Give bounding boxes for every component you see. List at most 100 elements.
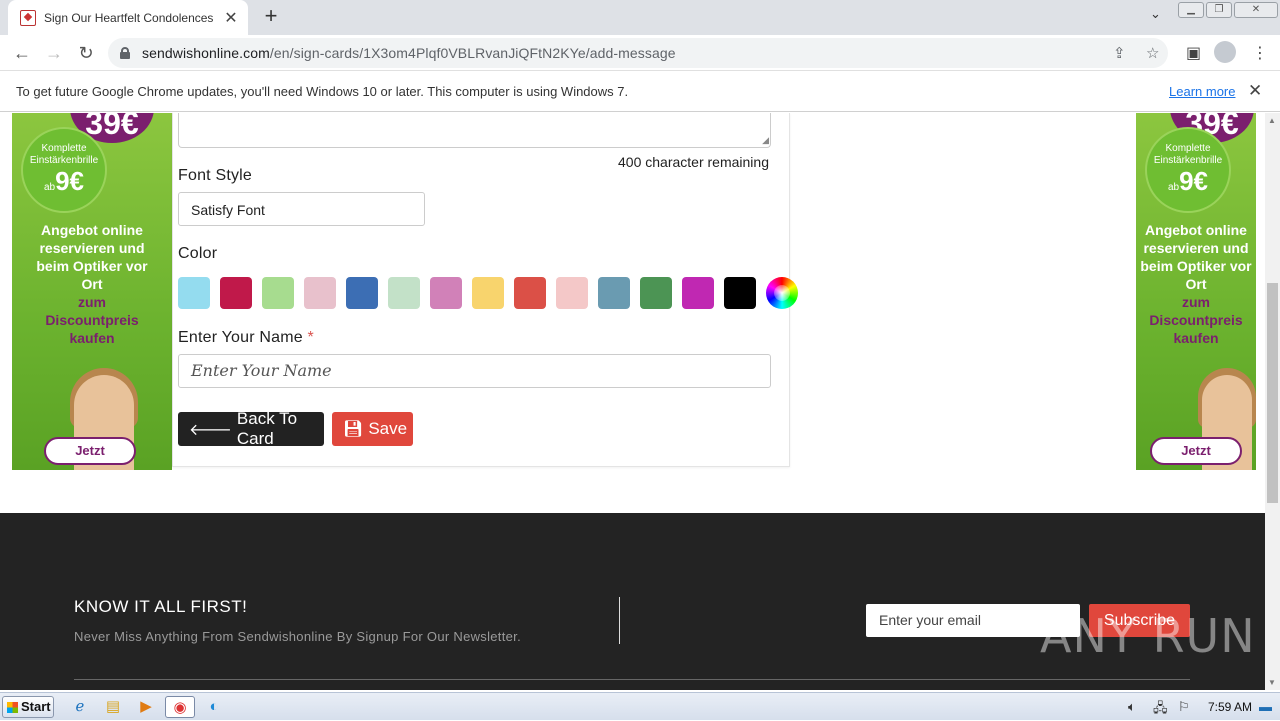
required-asterisk: * (307, 329, 314, 346)
color-swatch-10[interactable] (556, 277, 588, 309)
ad-badge-price: ab9€ (1147, 167, 1229, 202)
color-swatch-6[interactable] (388, 277, 420, 309)
address-bar[interactable]: sendwishonline.com/en/sign-cards/1X3om4P… (108, 38, 1168, 68)
forward-arrow-icon[interactable]: → (42, 41, 66, 65)
color-swatch-9[interactable] (514, 277, 546, 309)
message-textarea[interactable]: ◢ (178, 113, 771, 148)
left-ad-banner[interactable]: 39€ Komplette Einstärkenbrille ab9€ Ange… (12, 113, 172, 470)
ad-copy-accent: zum Discountpreis kaufen (1149, 294, 1243, 346)
tab-search-chevron-icon[interactable]: ⌄ (1150, 6, 1161, 22)
url-text: sendwishonline.com/en/sign-cards/1X3om4P… (142, 45, 676, 61)
color-swatch-1[interactable] (178, 277, 210, 309)
ad-badge-price: ab9€ (23, 167, 105, 202)
back-to-card-label: Back To Card (236, 409, 298, 448)
color-swatch-8[interactable] (472, 277, 504, 309)
action-center-flag-icon[interactable]: ⚐ (1178, 699, 1190, 715)
save-button[interactable]: 💾︎ Save (332, 412, 413, 446)
reload-icon[interactable]: ↻ (74, 41, 98, 65)
newsletter-title: KNOW IT ALL FIRST! (74, 597, 248, 616)
color-label: Color (178, 245, 218, 262)
color-swatch-4[interactable] (304, 277, 336, 309)
anyrun-watermark: ANY RUN (1040, 609, 1256, 663)
color-swatch-14[interactable] (724, 277, 756, 309)
scroll-up-icon[interactable]: ▲ (1268, 116, 1276, 125)
ad-badge-text: Komplette Einstärkenbrille (29, 143, 99, 166)
color-swatches (178, 277, 808, 309)
network-icon[interactable]: 🖧 (1153, 699, 1168, 721)
color-swatch-5[interactable] (346, 277, 378, 309)
font-style-select[interactable]: Satisfy Font (178, 192, 425, 226)
color-swatch-13[interactable] (682, 277, 714, 309)
color-swatch-3[interactable] (262, 277, 294, 309)
sign-card-form: ◢ 400 character remaining Font Style Sat… (172, 113, 798, 467)
lock-icon[interactable] (120, 47, 130, 59)
infobar-close-icon[interactable]: ✕ (1248, 81, 1262, 101)
start-button[interactable]: Start (2, 696, 54, 718)
name-input[interactable]: Enter Your Name (178, 354, 771, 388)
name-label-text: Enter Your Name (178, 329, 303, 346)
save-label: Save (368, 419, 408, 438)
back-to-card-button[interactable]: 🡐 Back To Card (178, 409, 324, 448)
file-explorer-icon[interactable]: ▤ (101, 696, 125, 718)
share-icon[interactable]: ⇪ (1113, 44, 1126, 62)
browser-toolbar: ← → ↻ sendwishonline.com/en/sign-cards/1… (0, 35, 1280, 71)
new-tab-button[interactable]: + (258, 4, 284, 30)
page-viewport: 39€ Komplette Einstärkenbrille ab9€ Ange… (0, 113, 1265, 690)
scroll-down-icon[interactable]: ▼ (1268, 678, 1276, 687)
ad-copy-main: Angebot online reservieren und beim Opti… (36, 222, 148, 292)
chrome-taskbar-icon[interactable]: ◉ (165, 696, 195, 718)
custom-color-wheel-icon[interactable] (766, 277, 798, 309)
learn-more-link[interactable]: Learn more (1169, 84, 1235, 99)
show-desktop-icon[interactable]: ▬ (1259, 699, 1272, 714)
url-host: sendwishonline.com (142, 45, 270, 61)
ad-badge-ab: ab (1167, 182, 1180, 193)
ad-badge-price-value: 9€ (55, 166, 85, 196)
minimize-icon[interactable]: ▁ (1178, 2, 1204, 18)
color-swatch-11[interactable] (598, 277, 630, 309)
browser-titlebar: Sign Our Heartfelt Condolences Card ✕ + … (0, 0, 1280, 35)
newsletter-subtitle: Never Miss Anything From Sendwishonline … (74, 629, 521, 644)
menu-kebab-icon[interactable]: ⋮ (1252, 43, 1268, 63)
update-infobar: To get future Google Chrome updates, you… (0, 72, 1280, 112)
site-favicon-icon (20, 9, 36, 26)
side-panel-icon[interactable]: ▣ (1186, 43, 1201, 63)
internet-explorer-icon[interactable]: ℯ (68, 696, 92, 718)
taskbar-clock[interactable]: 7:59 AM (1208, 700, 1252, 714)
ad-cta-button[interactable]: Jetzt (1150, 437, 1242, 465)
name-label: Enter Your Name * (178, 329, 314, 347)
back-arrow-icon[interactable]: ← (10, 41, 34, 65)
right-ad-banner[interactable]: 39€ Komplette Einstärkenbrille ab9€ Ange… (1136, 113, 1256, 470)
media-player-icon[interactable]: ▶ (134, 696, 158, 718)
ad-price-badge: Komplette Einstärkenbrille ab9€ (21, 127, 107, 213)
ad-badge-text: Komplette Einstärkenbrille (1153, 143, 1223, 166)
profile-avatar-icon[interactable] (1214, 41, 1236, 63)
color-swatch-2[interactable] (220, 277, 252, 309)
url-path: /en/sign-cards/1X3om4Plqf0VBLRvanJiQFtN2… (269, 45, 676, 61)
volume-icon[interactable]: 🔈︎ (1128, 699, 1136, 715)
ad-price-badge: Komplette Einstärkenbrille ab9€ (1145, 127, 1231, 213)
ad-cta-button[interactable]: Jetzt (44, 437, 136, 465)
window-close-icon[interactable]: ✕ (1234, 2, 1278, 18)
restore-icon[interactable]: ❐ (1206, 2, 1232, 18)
tab-close-icon[interactable]: ✕ (222, 8, 240, 28)
browser-tab[interactable]: Sign Our Heartfelt Condolences Card ✕ (8, 0, 248, 35)
bookmark-star-icon[interactable]: ☆ (1146, 44, 1159, 62)
newsletter-divider (619, 597, 620, 644)
char-remaining-counter: 400 character remaining (618, 154, 769, 170)
color-swatch-7[interactable] (430, 277, 462, 309)
resize-handle-icon[interactable]: ◢ (762, 135, 769, 146)
arrow-left-icon: 🡐 (189, 421, 232, 439)
ad-badge-price-value: 9€ (1179, 166, 1209, 196)
ad-copy: Angebot online reservieren und beim Opti… (32, 221, 152, 347)
page-scrollbar[interactable]: ▲ ▼ (1265, 113, 1280, 690)
footer-divider (74, 679, 1190, 680)
tab-title: Sign Our Heartfelt Condolences Card (44, 10, 216, 25)
floppy-disk-icon: 💾︎ (343, 421, 364, 438)
font-style-label: Font Style (178, 167, 253, 184)
ad-copy: Angebot online reservieren und beim Opti… (1136, 221, 1256, 347)
site-footer: KNOW IT ALL FIRST! Never Miss Anything F… (0, 513, 1265, 690)
scroll-thumb[interactable] (1267, 283, 1278, 503)
window-controls: ▁ ❐ ✕ (1178, 0, 1280, 30)
edge-icon[interactable]: ◐ (202, 696, 226, 718)
color-swatch-12[interactable] (640, 277, 672, 309)
